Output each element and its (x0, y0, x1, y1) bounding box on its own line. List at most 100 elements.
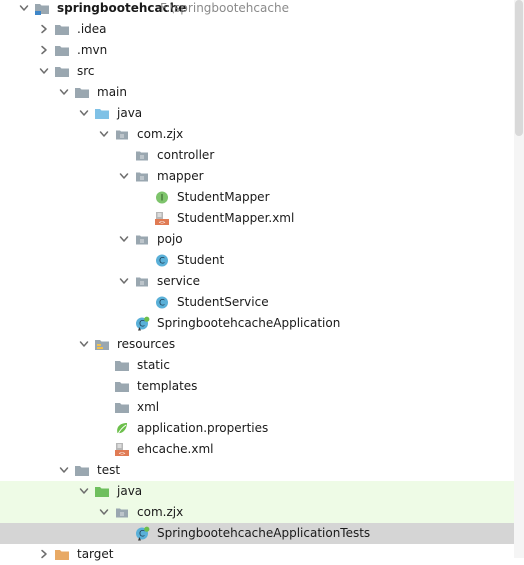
spring-boot-class-icon: C (134, 316, 150, 331)
chevron-down-icon[interactable] (98, 128, 110, 140)
tree-node-java[interactable]: java (0, 103, 514, 124)
module-folder-icon (34, 1, 50, 16)
tree-node-label: src (77, 64, 95, 78)
tree-node-resources[interactable]: resources (0, 334, 514, 355)
chevron-down-icon[interactable] (78, 107, 90, 119)
tree-node-label: StudentService (177, 295, 269, 309)
project-path-hint: F:\springbootehcache (160, 1, 289, 15)
folder-icon (74, 463, 90, 478)
svg-text:I: I (161, 194, 164, 204)
tree-node-service[interactable]: service (0, 271, 514, 292)
tree-node-templates[interactable]: templates (0, 376, 514, 397)
xml-file-icon: <> (154, 211, 170, 226)
tree-node-java[interactable]: java (0, 481, 514, 502)
tree-node-label: .idea (77, 22, 107, 36)
vertical-scrollbar[interactable] (514, 0, 524, 558)
tree-node-label: StudentMapper.xml (177, 211, 295, 225)
xml-file-icon: <> (114, 442, 130, 457)
tree-node-label: main (97, 85, 127, 99)
chevron-down-icon[interactable] (38, 65, 50, 77)
resources-folder-icon (94, 337, 110, 352)
tree-node-label: test (97, 463, 121, 477)
tree-node-label: mapper (157, 169, 204, 183)
tree-node-label: .mvn (77, 43, 108, 57)
tree-node-label: controller (157, 148, 215, 162)
chevron-right-icon[interactable] (38, 44, 50, 56)
tree-node-label: java (117, 484, 143, 498)
folder-icon (54, 43, 70, 58)
folder-icon (54, 64, 70, 79)
chevron-right-icon[interactable] (38, 23, 50, 35)
folder-icon (114, 379, 130, 394)
spring-boot-class-icon: C (134, 526, 150, 541)
tree-node-label: service (157, 274, 200, 288)
tree-node-pojo[interactable]: pojo (0, 229, 514, 250)
chevron-down-icon[interactable] (118, 275, 130, 287)
tree-node-label: static (137, 358, 170, 372)
tree-node-idea[interactable]: .idea (0, 19, 514, 40)
tree-node-mvn[interactable]: .mvn (0, 40, 514, 61)
chevron-down-icon[interactable] (78, 485, 90, 497)
tree-node-src[interactable]: src (0, 61, 514, 82)
svg-text:C: C (159, 299, 165, 309)
package-icon (134, 232, 150, 247)
tree-node-label: resources (117, 337, 176, 351)
tree-node-label: com.zjx (137, 505, 184, 519)
folder-icon (74, 85, 90, 100)
tree-node-label: xml (137, 400, 160, 414)
chevron-down-icon[interactable] (118, 170, 130, 182)
svg-text:<>: <> (119, 451, 126, 457)
tree-node-label: StudentMapper (177, 190, 270, 204)
source-folder-icon (94, 106, 110, 121)
tree-node-ehcache-xml[interactable]: <> ehcache.xml (0, 439, 514, 460)
scrollbar-thumb[interactable] (515, 0, 523, 136)
tree-node-studentmapper-xml[interactable]: <> StudentMapper.xml (0, 208, 514, 229)
tree-node-springbootehcacheapplicationtests[interactable]: C SpringbootehcacheApplicationTests (0, 523, 514, 544)
tree-node-studentservice[interactable]: C StudentService (0, 292, 514, 313)
chevron-down-icon[interactable] (98, 506, 110, 518)
chevron-down-icon[interactable] (18, 2, 30, 14)
tree-node-label: target (77, 547, 114, 561)
tree-node-controller[interactable]: controller (0, 145, 514, 166)
svg-text:C: C (159, 257, 165, 267)
tree-node-com-zjx[interactable]: com.zjx (0, 124, 514, 145)
chevron-right-icon[interactable] (38, 548, 50, 560)
tree-node-student[interactable]: C Student (0, 250, 514, 271)
tree-node-label: SpringbootehcacheApplication (157, 316, 341, 330)
tree-node-label: java (117, 106, 143, 120)
svg-text:<>: <> (159, 220, 166, 226)
tree-node-springbootehcache[interactable]: springbootehcache F:\springbootehcache (0, 0, 514, 19)
tree-node-label: templates (137, 379, 198, 393)
tree-node-com-zjx[interactable]: com.zjx (0, 502, 514, 523)
tree-node-label: Student (177, 253, 225, 267)
tree-node-static[interactable]: static (0, 355, 514, 376)
tree-node-label: ehcache.xml (137, 442, 214, 456)
class-icon: C (154, 295, 170, 310)
folder-icon (114, 358, 130, 373)
excluded-folder-icon (54, 547, 70, 562)
class-icon: C (154, 253, 170, 268)
package-icon (134, 274, 150, 289)
tree-node-target[interactable]: target (0, 544, 514, 565)
tree-node-springbootehcacheapplication[interactable]: C SpringbootehcacheApplication (0, 313, 514, 334)
tree-node-xml[interactable]: xml (0, 397, 514, 418)
tree-node-main[interactable]: main (0, 82, 514, 103)
chevron-down-icon[interactable] (58, 86, 70, 98)
tree-node-studentmapper[interactable]: I StudentMapper (0, 187, 514, 208)
package-icon (114, 505, 130, 520)
tree-node-label: SpringbootehcacheApplicationTests (157, 526, 371, 540)
test-source-folder-icon (94, 484, 110, 499)
tree-node-label: pojo (157, 232, 183, 246)
tree-node-label: application.properties (137, 421, 269, 435)
tree-node-application-properties[interactable]: application.properties (0, 418, 514, 439)
package-icon (134, 169, 150, 184)
chevron-down-icon[interactable] (78, 338, 90, 350)
chevron-down-icon[interactable] (58, 464, 70, 476)
spring-properties-icon (114, 421, 130, 436)
tree-node-mapper[interactable]: mapper (0, 166, 514, 187)
tree-node-test[interactable]: test (0, 460, 514, 481)
folder-icon (114, 400, 130, 415)
chevron-down-icon[interactable] (118, 233, 130, 245)
interface-icon: I (154, 190, 170, 205)
folder-icon (54, 22, 70, 37)
